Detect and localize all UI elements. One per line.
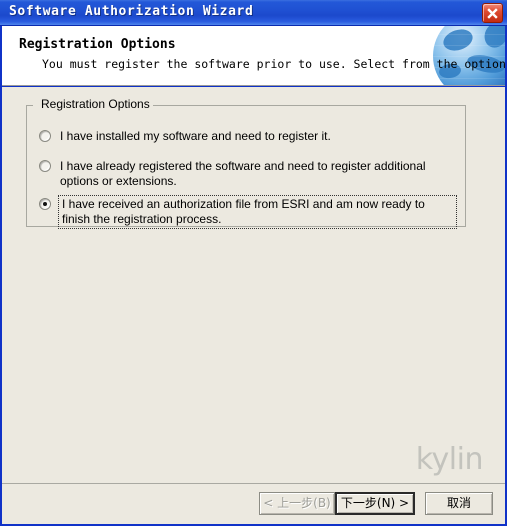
- globe-icon: [433, 26, 505, 85]
- title-bar: Software Authorization Wizard: [0, 0, 507, 26]
- close-icon: [487, 8, 498, 19]
- globe-graticule: [433, 26, 505, 85]
- software-authorization-wizard-window: Software Authorization Wizard Registrati…: [0, 0, 507, 526]
- cancel-button[interactable]: 取消: [425, 492, 493, 515]
- wizard-footer: < 上一步(B) 下一步(N) > 取消: [2, 484, 505, 524]
- radio-option-additional[interactable]: I have already registered the software a…: [39, 159, 455, 189]
- registration-options-groupbox: Registration Options I have installed my…: [26, 97, 466, 229]
- window-frame-left: [0, 26, 2, 526]
- page-subtitle: You must register the software prior to …: [42, 57, 505, 71]
- wizard-body: Registration Options I have installed my…: [2, 87, 505, 524]
- radio-label-authorization-file: I have received an authorization file fr…: [58, 195, 457, 229]
- radio-indicator-authorization-file[interactable]: [39, 198, 51, 210]
- radio-option-install[interactable]: I have installed my software and need to…: [39, 129, 455, 144]
- window-title: Software Authorization Wizard: [9, 4, 254, 19]
- kylin-watermark: kylin: [415, 442, 484, 477]
- radio-indicator-install[interactable]: [39, 130, 51, 142]
- radio-indicator-additional[interactable]: [39, 160, 51, 172]
- groupbox-title: Registration Options: [37, 97, 154, 111]
- radio-option-authorization-file[interactable]: I have received an authorization file fr…: [39, 195, 457, 229]
- next-button[interactable]: 下一步(N) >: [335, 492, 415, 515]
- wizard-header: Registration Options You must register t…: [2, 26, 505, 86]
- wizard-body-surface: Registration Options I have installed my…: [2, 87, 505, 524]
- page-title: Registration Options: [19, 37, 176, 52]
- back-button[interactable]: < 上一步(B): [259, 492, 335, 515]
- radio-label-install: I have installed my software and need to…: [60, 129, 331, 143]
- radio-label-additional: I have already registered the software a…: [60, 159, 426, 188]
- close-button[interactable]: [482, 3, 503, 23]
